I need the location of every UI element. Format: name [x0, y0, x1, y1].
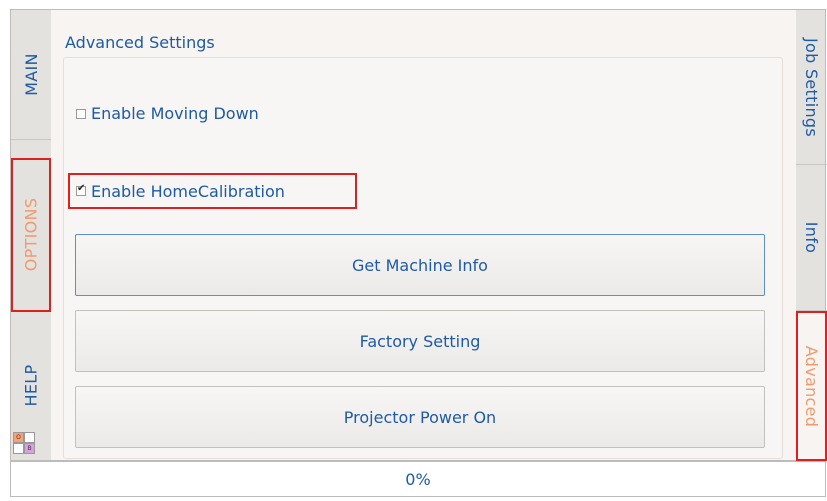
progress-bar: 0% — [10, 461, 826, 497]
progress-label: 0% — [405, 469, 431, 489]
enable-moving-down-checkbox[interactable]: Enable Moving Down — [76, 104, 259, 123]
panel-title: Advanced Settings — [65, 33, 215, 52]
swatch-white-1[interactable] — [24, 432, 35, 443]
enable-homecalibration-checkbox[interactable]: Enable HomeCalibration — [68, 173, 357, 209]
theme-swatches: O B — [11, 430, 51, 460]
swatch-white-2[interactable] — [13, 443, 24, 454]
tab-options-label: OPTIONS — [21, 197, 41, 272]
app-window: MAIN OPTIONS HELP O B Advanced Settings … — [10, 9, 827, 461]
tab-main-label: MAIN — [21, 53, 41, 96]
tab-job-settings-label: Job Settings — [802, 37, 822, 137]
tab-job-settings[interactable]: Job Settings — [796, 10, 827, 165]
tab-advanced[interactable]: Advanced — [796, 311, 827, 461]
swatch-orange[interactable]: O — [13, 432, 24, 443]
tab-info-label: Info — [802, 221, 822, 254]
tab-help[interactable]: HELP — [11, 340, 51, 430]
tab-options[interactable]: OPTIONS — [11, 158, 51, 312]
tab-help-label: HELP — [21, 364, 41, 406]
tab-advanced-label: Advanced — [802, 345, 821, 427]
advanced-settings-panel: Advanced Settings Enable Moving Down Ena… — [51, 10, 796, 460]
enable-homecalibration-label: Enable HomeCalibration — [91, 181, 285, 201]
tab-main[interactable]: MAIN — [11, 10, 51, 140]
checkbox-checked-icon[interactable] — [76, 183, 86, 196]
projector-power-on-button[interactable]: Projector Power On — [75, 386, 765, 448]
swatch-purple[interactable]: B — [24, 443, 35, 454]
tab-info[interactable]: Info — [796, 165, 827, 311]
factory-setting-button[interactable]: Factory Setting — [75, 310, 765, 372]
enable-moving-down-label: Enable Moving Down — [91, 104, 259, 123]
checkbox-unchecked-icon[interactable] — [76, 108, 86, 119]
get-machine-info-button[interactable]: Get Machine Info — [75, 234, 765, 296]
